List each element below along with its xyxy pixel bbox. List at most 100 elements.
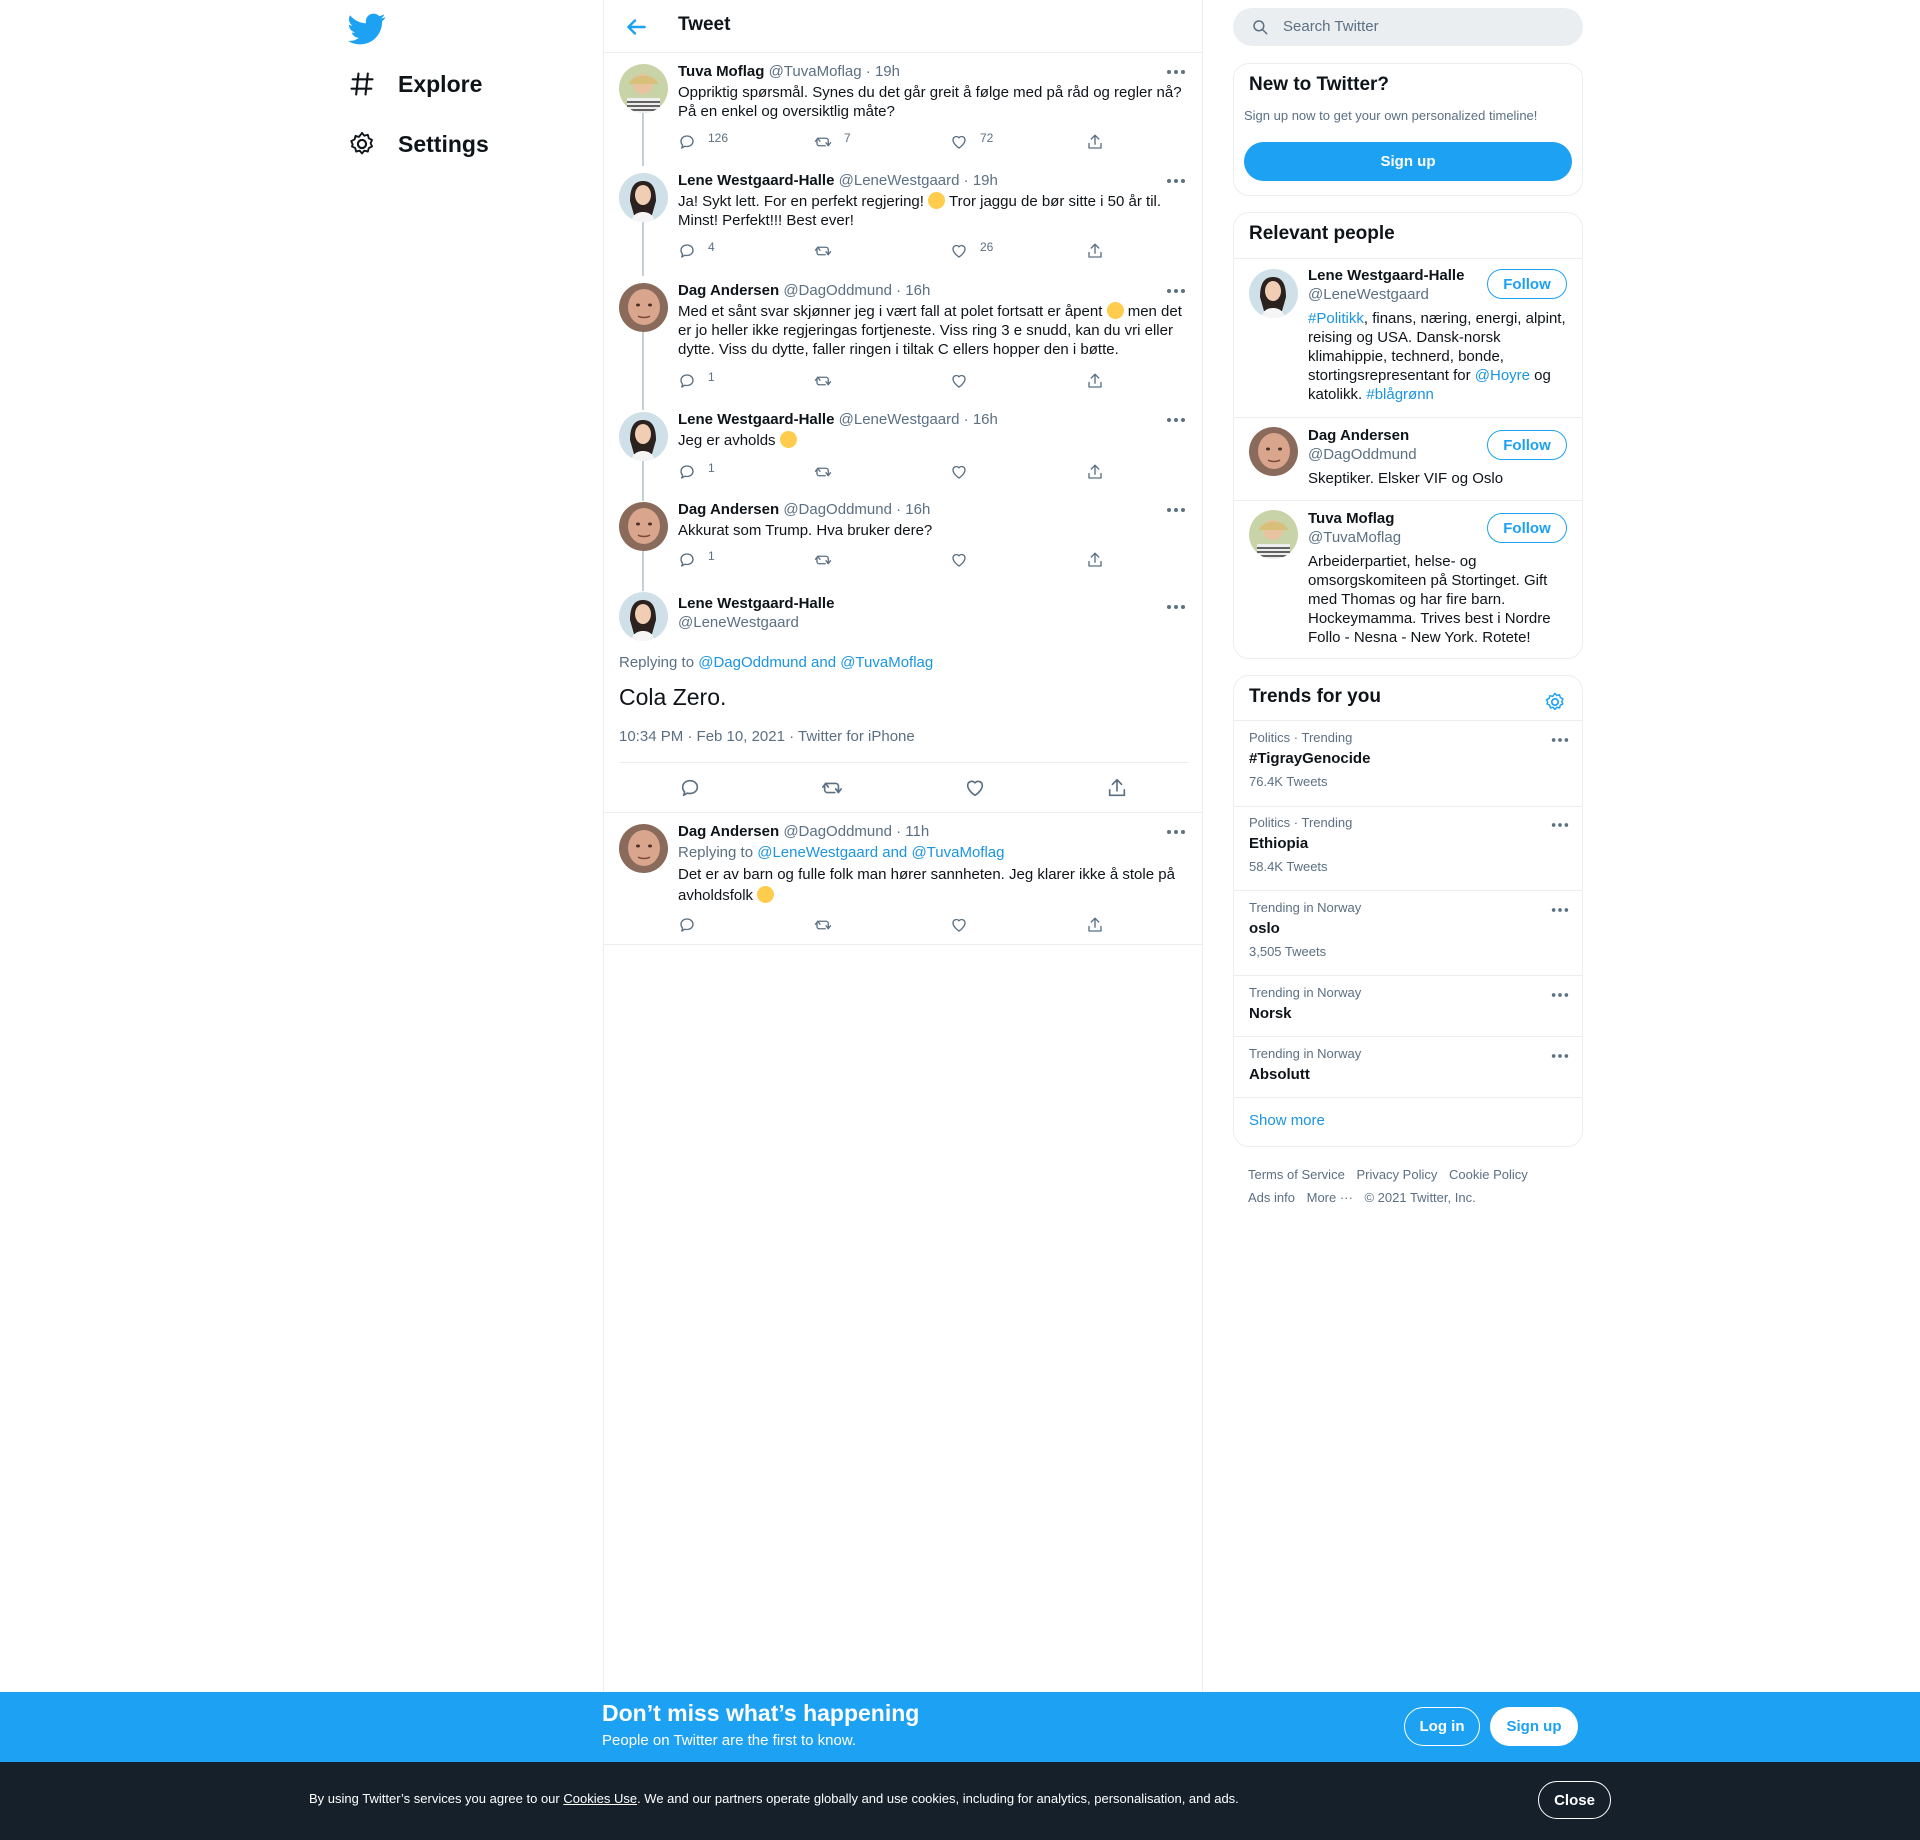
like-button[interactable]: 72	[950, 131, 993, 151]
tweet-time[interactable]: · 16h	[896, 501, 930, 518]
trend-item[interactable]: Trending in Norway oslo 3,505 Tweets	[1234, 900, 1583, 975]
thread-tweet[interactable]: Tuva Moflag @TuvaMoflag · 19h Oppriktig …	[604, 63, 1202, 163]
author-handle[interactable]: @LeneWestgaard	[839, 411, 960, 428]
author-handle[interactable]: @DagOddmund	[783, 282, 892, 299]
terms-link[interactable]: Terms of Service	[1248, 1167, 1345, 1182]
reply-button[interactable]	[678, 916, 696, 934]
share-icon[interactable]	[1106, 777, 1128, 799]
back-arrow-icon[interactable]	[623, 14, 649, 40]
reply-button[interactable]: 4	[678, 240, 715, 260]
more-icon[interactable]	[1165, 65, 1187, 79]
share-button[interactable]	[1086, 463, 1104, 481]
avatar[interactable]	[619, 412, 668, 461]
like-button[interactable]	[950, 463, 968, 481]
more-icon[interactable]	[1165, 413, 1187, 427]
author-name[interactable]: Lene Westgaard-Halle	[678, 172, 834, 189]
more-icon[interactable]	[1165, 503, 1187, 517]
author-handle[interactable]: @DagOddmund	[783, 823, 892, 840]
hashtag-link[interactable]: #blågrønn	[1366, 386, 1434, 403]
author-handle[interactable]: @LeneWestgaard	[839, 172, 960, 189]
avatar[interactable]	[1249, 269, 1298, 318]
thread-tweet[interactable]: Lene Westgaard-Halle @LeneWestgaard · 19…	[604, 172, 1202, 272]
retweet-button[interactable]	[814, 463, 832, 481]
cookies-use-link[interactable]: Cookies Use	[563, 1791, 637, 1806]
author-handle[interactable]: @DagOddmund	[783, 501, 892, 518]
person-item[interactable]: Tuva Moflag @TuvaMoflag Follow Arbeiderp…	[1234, 510, 1582, 655]
hashtag-link[interactable]: #Politikk	[1308, 310, 1364, 327]
share-button[interactable]	[1086, 242, 1104, 260]
reply-tweet[interactable]: Dag Andersen @DagOddmund · 11h Replying …	[604, 823, 1202, 943]
tweet-time[interactable]: · 16h	[896, 282, 930, 299]
avatar[interactable]	[619, 173, 668, 222]
thread-tweet[interactable]: Dag Andersen @DagOddmund · 16h Akkurat s…	[604, 501, 1202, 581]
cookie-policy-link[interactable]: Cookie Policy	[1449, 1167, 1528, 1182]
nav-explore[interactable]: Explore	[348, 59, 482, 109]
avatar[interactable]	[619, 64, 668, 113]
twitter-logo-icon[interactable]	[348, 10, 386, 48]
retweet-icon[interactable]	[821, 777, 843, 799]
avatar[interactable]	[1249, 427, 1298, 476]
trend-item[interactable]: Trending in Norway Absolutt	[1234, 1046, 1583, 1096]
trend-item[interactable]: Trending in Norway Norsk	[1234, 985, 1583, 1035]
person-handle[interactable]: @LeneWestgaard	[1308, 286, 1429, 303]
author-name[interactable]: Tuva Moflag	[678, 63, 764, 80]
search-input[interactable]: Search Twitter	[1233, 8, 1583, 46]
sign-up-button[interactable]: Sign up	[1244, 142, 1572, 181]
retweet-button[interactable]	[814, 242, 832, 260]
thread-tweet[interactable]: Lene Westgaard-Halle @LeneWestgaard · 16…	[604, 411, 1202, 491]
tweet-time[interactable]: · 19h	[964, 172, 998, 189]
tweet-time[interactable]: · 16h	[964, 411, 998, 428]
close-button[interactable]: Close	[1538, 1781, 1611, 1819]
share-button[interactable]	[1086, 916, 1104, 934]
more-link[interactable]: More ···	[1307, 1190, 1353, 1205]
more-icon[interactable]	[1550, 819, 1570, 831]
retweet-button[interactable]	[814, 551, 832, 569]
like-button[interactable]	[950, 551, 968, 569]
like-button[interactable]: 26	[950, 240, 993, 260]
more-icon[interactable]	[1550, 904, 1570, 916]
heart-icon[interactable]	[964, 777, 986, 799]
ads-info-link[interactable]: Ads info	[1248, 1190, 1295, 1205]
author-name[interactable]: Dag Andersen	[678, 282, 779, 299]
like-button[interactable]	[950, 372, 968, 390]
person-handle[interactable]: @DagOddmund	[1308, 446, 1417, 463]
replying-to-link[interactable]: @LeneWestgaard and @TuvaMoflag	[757, 844, 1004, 861]
more-icon[interactable]	[1165, 284, 1187, 298]
avatar[interactable]	[619, 592, 668, 641]
reply-button[interactable]: 1	[678, 461, 715, 481]
avatar[interactable]	[619, 283, 668, 332]
log-in-button[interactable]: Log in	[1404, 1707, 1480, 1746]
reply-icon[interactable]	[679, 777, 701, 799]
author-handle[interactable]: @TuvaMoflag	[769, 63, 862, 80]
retweet-button[interactable]	[814, 372, 832, 390]
tweet-source[interactable]: · Twitter for iPhone	[789, 728, 915, 745]
more-icon[interactable]	[1550, 1050, 1570, 1062]
person-item[interactable]: Dag Andersen @DagOddmund Follow Skeptike…	[1234, 427, 1582, 497]
retweet-button[interactable]: 7	[814, 131, 851, 151]
thread-tweet[interactable]: Dag Andersen @DagOddmund · 16h Med et så…	[604, 282, 1202, 402]
author-handle[interactable]: @LeneWestgaard	[678, 614, 799, 631]
reply-button[interactable]: 1	[678, 549, 715, 569]
author-name[interactable]: Dag Andersen	[678, 823, 779, 840]
tweet-time[interactable]: · 11h	[896, 823, 929, 840]
person-name[interactable]: Tuva Moflag	[1308, 510, 1394, 527]
more-icon[interactable]	[1165, 174, 1187, 188]
more-icon[interactable]	[1165, 825, 1187, 839]
avatar[interactable]	[619, 824, 668, 873]
author-name[interactable]: Lene Westgaard-Halle	[678, 411, 834, 428]
person-name[interactable]: Dag Andersen	[1308, 427, 1409, 444]
author-name[interactable]: Dag Andersen	[678, 501, 779, 518]
follow-button[interactable]: Follow	[1487, 430, 1567, 460]
more-icon[interactable]	[1550, 989, 1570, 1001]
person-handle[interactable]: @TuvaMoflag	[1308, 529, 1401, 546]
show-more-link[interactable]: Show more	[1249, 1112, 1325, 1129]
reply-button[interactable]: 126	[678, 131, 728, 151]
privacy-link[interactable]: Privacy Policy	[1356, 1167, 1437, 1182]
share-button[interactable]	[1086, 133, 1104, 151]
nav-settings[interactable]: Settings	[348, 119, 489, 169]
mention-link[interactable]: @Hoyre	[1475, 367, 1530, 384]
tweet-time[interactable]: · 19h	[866, 63, 900, 80]
avatar[interactable]	[1249, 510, 1298, 559]
like-button[interactable]	[950, 916, 968, 934]
follow-button[interactable]: Follow	[1487, 513, 1567, 543]
